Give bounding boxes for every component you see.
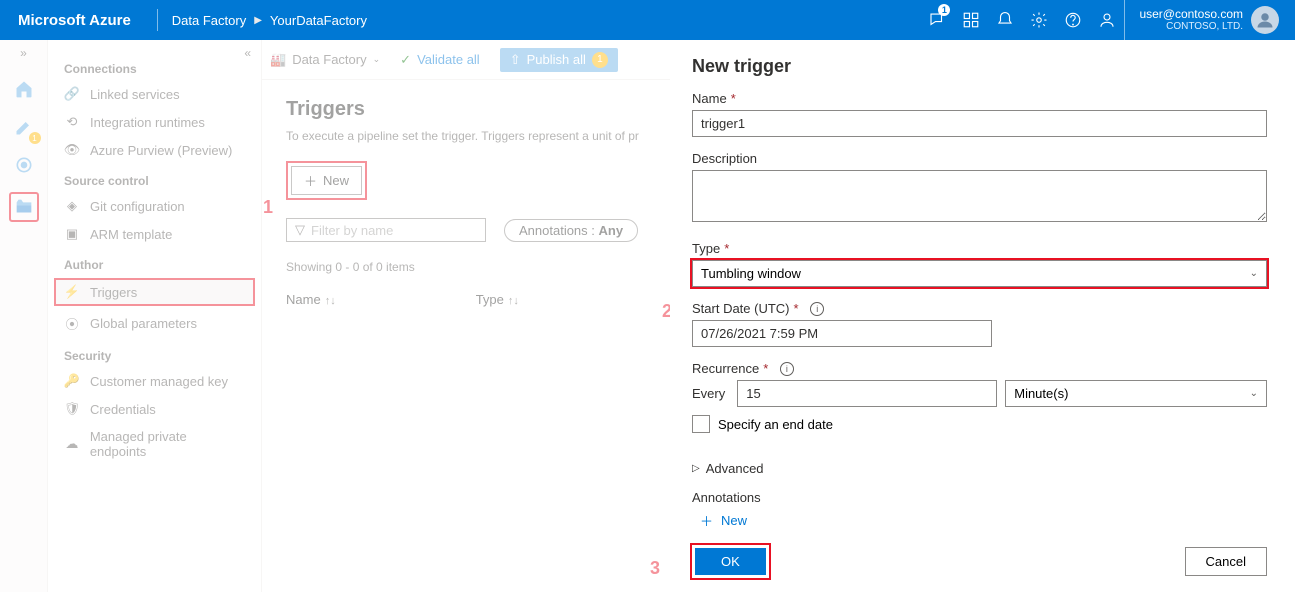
new-trigger-button[interactable]: ＋New	[291, 166, 362, 195]
eye-icon: 👁	[64, 142, 80, 158]
end-date-label: Specify an end date	[718, 417, 833, 432]
nav-global-params[interactable]: ⦿Global parameters	[48, 308, 261, 339]
name-label: Name*	[692, 91, 1267, 106]
user-block[interactable]: user@contoso.com CONTOSO, LTD.	[1124, 0, 1287, 40]
directory-icon[interactable]	[954, 0, 988, 40]
header-divider	[157, 9, 158, 31]
every-label: Every	[692, 386, 725, 401]
rail-home-icon[interactable]	[9, 74, 39, 104]
nav-purview[interactable]: 👁Azure Purview (Preview)	[48, 136, 261, 164]
end-date-checkbox[interactable]	[692, 415, 710, 433]
breadcrumb-datafactory[interactable]: Data Factory	[172, 13, 246, 28]
brand[interactable]: Microsoft Azure	[18, 12, 131, 29]
upload-icon: ⇧	[510, 52, 521, 68]
sort-icon: ↑↓	[325, 295, 336, 307]
left-rail: » 1	[0, 40, 48, 592]
help-icon[interactable]	[1056, 0, 1090, 40]
settings-icon[interactable]	[1022, 0, 1056, 40]
ok-button[interactable]: OK	[695, 548, 766, 575]
collapse-panel-icon[interactable]: «	[244, 46, 251, 60]
info-icon[interactable]: i	[780, 362, 794, 376]
type-select[interactable]: Tumbling window ⌄	[692, 260, 1267, 287]
nav-cmk[interactable]: 🔑Customer managed key	[48, 367, 261, 395]
template-icon: ▣	[64, 226, 80, 242]
nav-git-config[interactable]: ◈Git configuration	[48, 192, 261, 220]
feedback-icon[interactable]: 1	[920, 0, 954, 40]
publish-count: 1	[592, 52, 608, 68]
group-connections: Connections	[48, 52, 261, 80]
advanced-toggle[interactable]: ▷ Advanced	[692, 461, 1267, 476]
info-icon[interactable]: i	[810, 302, 824, 316]
chevron-down-icon: ⌄	[1250, 388, 1258, 399]
runtime-icon: ⟲	[64, 114, 80, 130]
avatar[interactable]	[1251, 6, 1279, 34]
trigger-icon: ⚡	[64, 284, 80, 300]
plus-icon: ＋	[304, 171, 317, 190]
account-icon[interactable]	[1090, 0, 1124, 40]
start-label: Start Date (UTC)* i	[692, 301, 1267, 316]
link-icon: 🔗	[64, 86, 80, 102]
recurrence-label: Recurrence* i	[692, 361, 1267, 376]
breadcrumb-arrow-icon: ▶	[254, 15, 262, 26]
new-trigger-panel: New trigger Name* Description Type* Tumb…	[670, 40, 1295, 592]
ok-highlight: OK	[692, 545, 769, 578]
cloud-icon: ☁	[64, 436, 80, 452]
every-input[interactable]	[737, 380, 997, 407]
feedback-badge: 1	[938, 4, 950, 16]
check-icon: ✓	[400, 52, 411, 68]
new-button-highlight: ＋New	[286, 161, 367, 200]
nav-credentials[interactable]: 🛡Credentials	[48, 395, 261, 423]
nav-triggers[interactable]: ⚡Triggers	[54, 278, 255, 306]
col-type[interactable]: Type↑↓	[476, 292, 519, 307]
notifications-icon[interactable]	[988, 0, 1022, 40]
cmd-publish-all[interactable]: ⇧Publish all1	[500, 48, 618, 72]
type-label: Type*	[692, 241, 1267, 256]
annotations-filter[interactable]: Annotations : Any	[504, 219, 638, 242]
desc-label: Description	[692, 151, 1267, 166]
rail-author-icon[interactable]: 1	[9, 112, 39, 142]
start-date-input[interactable]	[692, 320, 992, 347]
flyout-title: New trigger	[692, 56, 1267, 77]
rail-monitor-icon[interactable]	[9, 150, 39, 180]
expand-rail-icon[interactable]: »	[20, 46, 27, 60]
nav-mpe[interactable]: ☁Managed private endpoints	[48, 423, 261, 465]
triangle-right-icon: ▷	[692, 463, 700, 474]
breadcrumb-resource[interactable]: YourDataFactory	[270, 13, 367, 28]
group-source-control: Source control	[48, 164, 261, 192]
filter-icon: ▽	[295, 222, 305, 238]
name-input[interactable]	[692, 110, 1267, 137]
git-icon: ◈	[64, 198, 80, 214]
credentials-icon: 🛡	[64, 401, 80, 417]
col-name[interactable]: Name↑↓	[286, 292, 336, 307]
cmd-validate-all[interactable]: ✓Validate all	[400, 52, 480, 68]
rail-author-badge: 1	[29, 132, 41, 144]
user-email: user@contoso.com	[1139, 8, 1243, 21]
desc-input[interactable]	[692, 170, 1267, 222]
chevron-down-icon: ⌄	[1250, 268, 1258, 279]
top-header: Microsoft Azure Data Factory ▶ YourDataF…	[0, 0, 1295, 40]
cmd-datafactory[interactable]: 🏭Data Factory⌄	[270, 52, 380, 68]
rail-manage-icon[interactable]	[9, 192, 39, 222]
group-security: Security	[48, 339, 261, 367]
nav-arm-template[interactable]: ▣ARM template	[48, 220, 261, 248]
group-author: Author	[48, 248, 261, 276]
unit-select[interactable]: Minute(s) ⌄	[1005, 380, 1267, 407]
nav-integration-runtimes[interactable]: ⟲Integration runtimes	[48, 108, 261, 136]
annotations-label: Annotations	[692, 490, 1267, 505]
nav-linked-services[interactable]: 🔗Linked services	[48, 80, 261, 108]
plus-icon: ＋	[700, 511, 713, 530]
filter-input[interactable]: ▽Filter by name	[286, 218, 486, 242]
side-panel: « Connections 🔗Linked services ⟲Integrat…	[48, 40, 262, 592]
cancel-button[interactable]: Cancel	[1185, 547, 1267, 576]
key-icon: 🔑	[64, 373, 80, 389]
sort-icon: ↑↓	[508, 295, 519, 307]
factory-icon: 🏭	[270, 52, 286, 68]
params-icon: ⦿	[64, 314, 80, 333]
chevron-down-icon: ⌄	[373, 54, 381, 65]
user-org: CONTOSO, LTD.	[1139, 21, 1243, 32]
add-annotation-button[interactable]: ＋New	[692, 511, 1267, 530]
